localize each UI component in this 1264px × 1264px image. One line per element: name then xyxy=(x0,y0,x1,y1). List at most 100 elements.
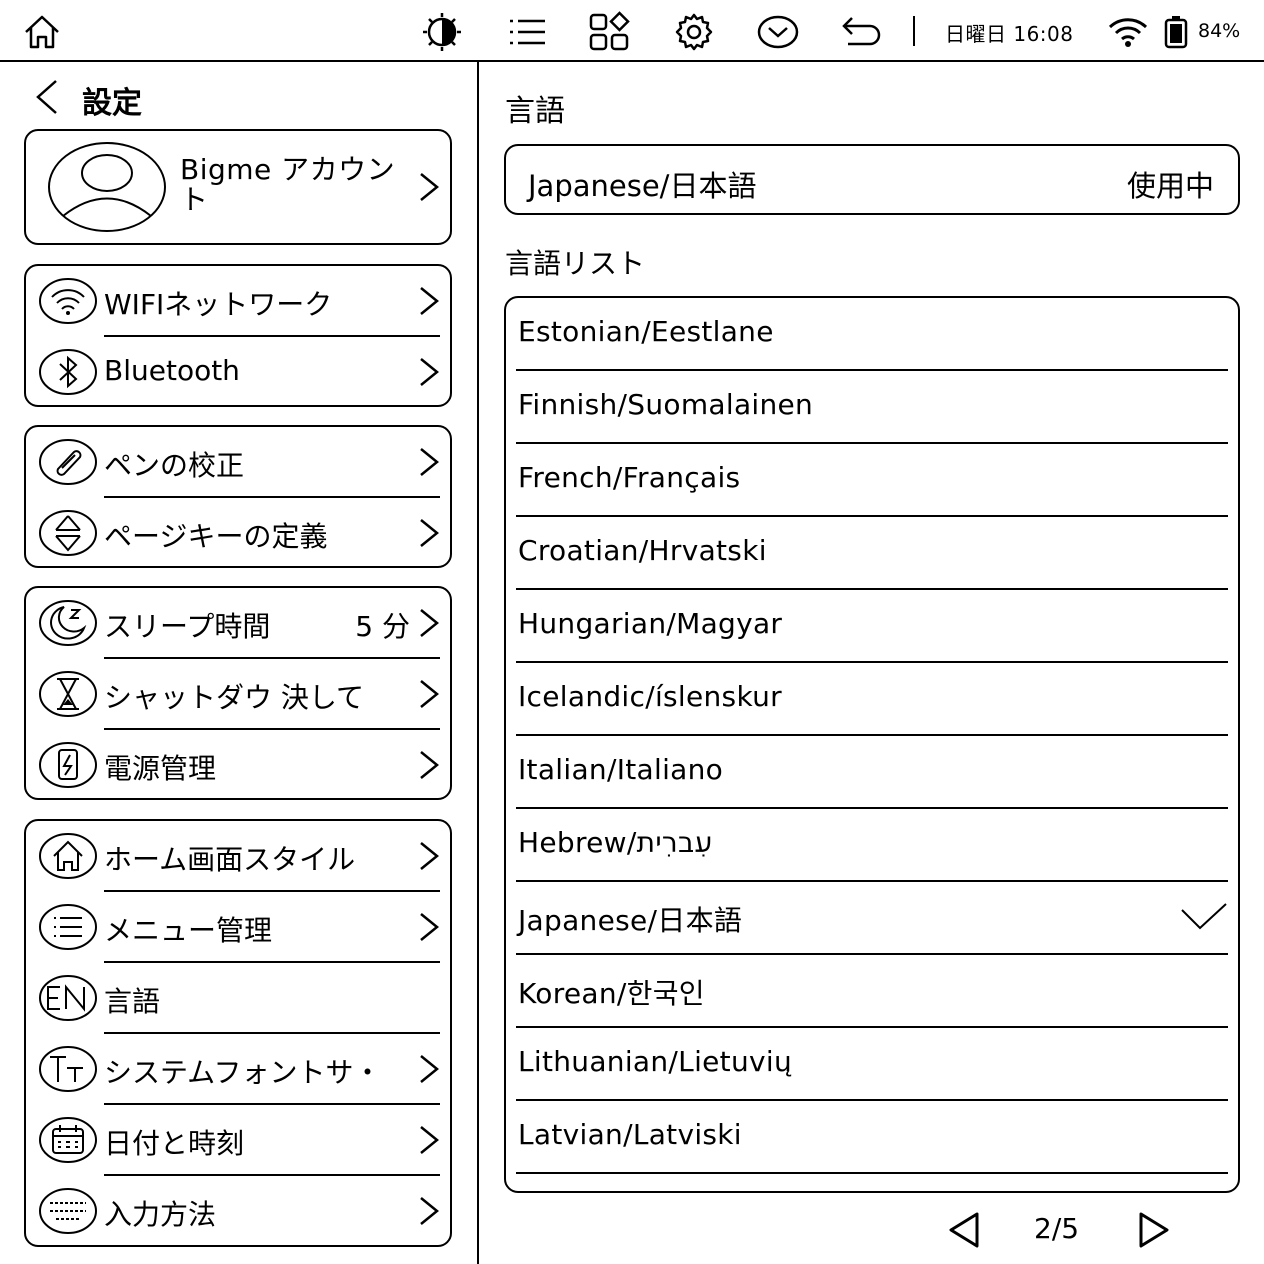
pen-group: ペンの校正 ページキーの定義 xyxy=(24,425,452,568)
chevron-right-icon xyxy=(418,356,440,388)
settings-row-page-keys[interactable]: ページキーの定義 xyxy=(26,498,450,568)
row-label: WIFIネットワーク xyxy=(104,288,333,321)
chevron-right-icon xyxy=(418,517,440,549)
language-page-title: 言語 xyxy=(505,94,565,129)
language-en-icon xyxy=(38,973,98,1023)
language-item[interactable]: Lithuanian/Lietuvių xyxy=(516,1028,1228,1101)
checkmark-icon xyxy=(1180,900,1228,934)
status-datetime: 日曜日 16:08 xyxy=(945,22,1074,46)
settings-row-sleep-time[interactable]: スリープ時間 5 分 xyxy=(26,588,450,658)
menu-list-icon[interactable] xyxy=(505,10,549,54)
row-label: 言語 xyxy=(104,985,161,1018)
wifi-icon xyxy=(38,276,98,326)
chevron-right-icon xyxy=(418,840,440,872)
settings-row-input-method[interactable]: 入力方法 xyxy=(26,1176,450,1246)
next-page-button[interactable] xyxy=(1134,1208,1174,1252)
wifi-icon[interactable] xyxy=(1106,10,1150,54)
language-item[interactable]: Latvian/Latviski xyxy=(516,1101,1228,1174)
calendar-icon xyxy=(38,1115,98,1165)
sleep-moon-icon xyxy=(38,598,98,648)
settings-title: 設定 xyxy=(82,86,142,121)
home-icon xyxy=(38,831,98,881)
page-keys-icon xyxy=(38,508,98,558)
row-label: Bluetooth xyxy=(104,354,240,387)
contrast-icon[interactable] xyxy=(420,10,464,54)
back-button[interactable] xyxy=(30,78,62,116)
settings-row-power-management[interactable]: 電源管理 xyxy=(26,730,450,800)
previous-page-button[interactable] xyxy=(944,1208,984,1252)
power-battery-icon xyxy=(38,740,98,790)
settings-row-system-font[interactable]: システムフォントサ・ xyxy=(26,1034,450,1104)
row-label: 電源管理 xyxy=(104,752,217,785)
row-label: 日付と時刻 xyxy=(104,1127,245,1160)
language-label: Hungarian/Magyar xyxy=(518,607,783,640)
language-label: Icelandic/íslenskur xyxy=(518,680,782,713)
row-label: スリープ時間 xyxy=(104,610,271,643)
language-item[interactable]: Italian/Italiano xyxy=(516,736,1228,809)
battery-icon xyxy=(1158,10,1194,54)
language-list-title: 言語リスト xyxy=(505,247,646,280)
network-group: WIFIネットワーク Bluetooth xyxy=(24,264,452,407)
row-label: システムフォントサ・ xyxy=(104,1056,382,1089)
language-item[interactable]: Croatian/Hrvatski xyxy=(516,517,1228,590)
settings-row-wifi[interactable]: WIFIネットワーク xyxy=(26,266,450,336)
settings-row-date-time[interactable]: 日付と時刻 xyxy=(26,1105,450,1175)
menu-list-icon xyxy=(38,902,98,952)
current-language-status: 使用中 xyxy=(1126,169,1214,203)
language-label: Finnish/Suomalainen xyxy=(518,388,814,421)
row-label: ホーム画面スタイル xyxy=(104,843,356,876)
account-label: Bigme アカウント xyxy=(180,153,396,216)
language-item[interactable]: Icelandic/íslenskur xyxy=(516,663,1228,736)
user-avatar-icon xyxy=(46,141,168,233)
keyboard-icon xyxy=(38,1186,98,1236)
status-bar: 日曜日 16:08 84% xyxy=(0,0,1264,62)
settings-gear-icon[interactable] xyxy=(672,10,716,54)
language-label: Croatian/Hrvatski xyxy=(518,534,767,567)
apps-grid-icon[interactable] xyxy=(587,10,631,54)
language-item[interactable]: French/Français xyxy=(516,444,1228,517)
settings-row-language[interactable]: 言語 xyxy=(26,963,450,1033)
chevron-right-icon xyxy=(418,607,440,639)
settings-row-menu-management[interactable]: メニュー管理 xyxy=(26,892,450,962)
font-size-icon xyxy=(38,1044,98,1094)
chevron-right-icon xyxy=(418,749,440,781)
language-item[interactable]: Korean/한국인 xyxy=(516,955,1228,1028)
language-label: Estonian/Eestlane xyxy=(518,315,774,348)
row-label: メニュー管理 xyxy=(104,914,273,947)
page-indicator: 2/5 xyxy=(1034,1212,1080,1245)
row-label: シャットダウ 決して xyxy=(104,681,365,714)
language-item[interactable]: Estonian/Eestlane xyxy=(516,298,1228,371)
chevron-right-icon xyxy=(418,911,440,943)
row-label: ペンの校正 xyxy=(104,449,245,482)
chevron-circle-icon[interactable] xyxy=(756,10,800,54)
chevron-right-icon xyxy=(418,446,440,478)
home-icon[interactable] xyxy=(20,10,64,54)
settings-row-home-style[interactable]: ホーム画面スタイル xyxy=(26,821,450,891)
chevron-right-icon xyxy=(418,171,440,203)
battery-percent: 84% xyxy=(1198,20,1241,42)
language-list: Estonian/Eestlane Finnish/Suomalainen Fr… xyxy=(504,296,1240,1193)
language-label: Latvian/Latviski xyxy=(518,1118,742,1151)
language-item[interactable]: Hungarian/Magyar xyxy=(516,590,1228,663)
settings-row-pen-calibration[interactable]: ペンの校正 xyxy=(26,427,450,497)
language-item[interactable]: Hebrew/עִברִית xyxy=(516,809,1228,882)
chevron-right-icon xyxy=(418,1124,440,1156)
row-label: ページキーの定義 xyxy=(104,520,328,553)
account-card[interactable]: Bigme アカウント xyxy=(24,129,452,245)
status-separator xyxy=(913,16,915,46)
settings-row-bluetooth[interactable]: Bluetooth xyxy=(26,337,450,407)
language-label: Hebrew/עִברִית xyxy=(518,826,713,859)
chevron-right-icon xyxy=(418,1053,440,1085)
language-label: Lithuanian/Lietuvių xyxy=(518,1045,792,1078)
language-label: Italian/Italiano xyxy=(518,753,724,786)
language-label: Japanese/日本語 xyxy=(518,904,743,937)
language-item-selected[interactable]: Japanese/日本語 xyxy=(516,882,1228,955)
back-return-icon[interactable] xyxy=(840,10,884,54)
language-item[interactable]: Finnish/Suomalainen xyxy=(516,371,1228,444)
settings-row-shutdown[interactable]: シャットダウ 決して xyxy=(26,659,450,729)
current-language: Japanese/日本語 xyxy=(528,169,757,203)
chevron-right-icon xyxy=(418,285,440,317)
row-label: 入力方法 xyxy=(104,1198,217,1231)
language-label: French/Français xyxy=(518,461,741,494)
language-label: Korean/한국인 xyxy=(518,977,705,1010)
